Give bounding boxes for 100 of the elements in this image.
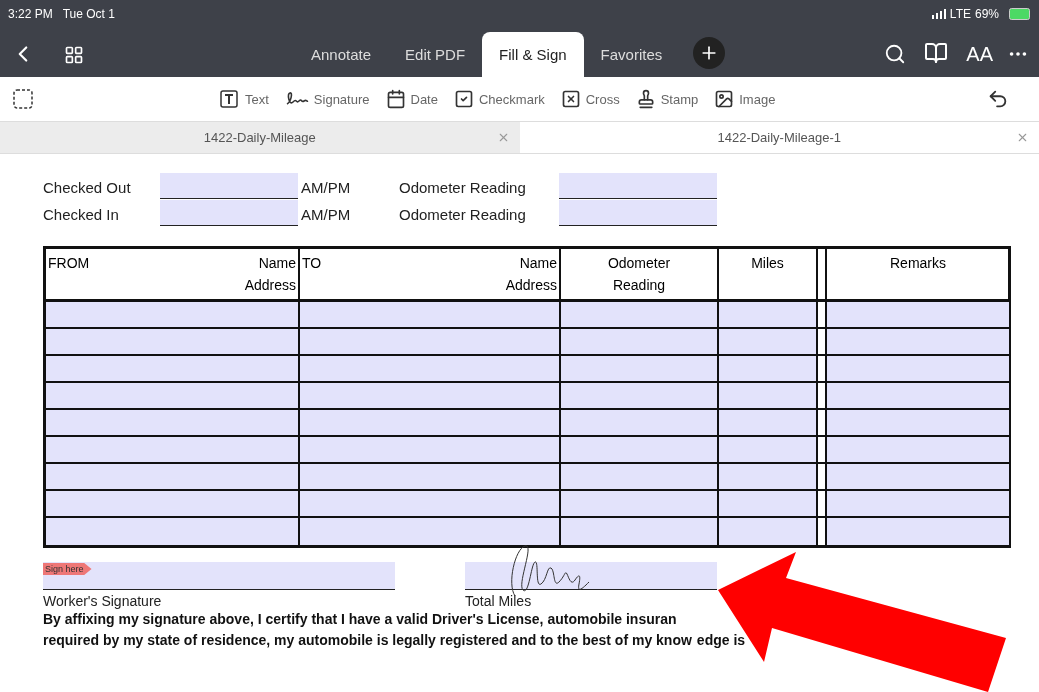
table-cell[interactable] (300, 464, 561, 491)
input-field[interactable] (559, 200, 717, 226)
battery-icon (1009, 8, 1031, 20)
table-cell[interactable] (719, 437, 818, 464)
table-cell[interactable] (719, 410, 818, 437)
table-cell[interactable] (46, 491, 300, 518)
sign-here-tag: Sign here (43, 563, 92, 575)
signature-field[interactable]: Sign here (43, 562, 395, 590)
table-cell (818, 356, 827, 383)
table-cell[interactable] (719, 491, 818, 518)
table-cell (818, 437, 827, 464)
tool-button[interactable]: Signature (284, 90, 370, 108)
table-cell[interactable] (300, 491, 561, 518)
close-icon[interactable] (1016, 131, 1029, 144)
table-cell[interactable] (561, 383, 719, 410)
table-cell[interactable] (827, 302, 1011, 329)
tool-button[interactable]: Image (714, 89, 776, 109)
table-cell[interactable] (46, 518, 300, 545)
table-cell[interactable] (46, 410, 300, 437)
table-cell[interactable] (719, 464, 818, 491)
table-cell[interactable] (561, 356, 719, 383)
table-cell[interactable] (719, 302, 818, 329)
table-cell (818, 302, 827, 329)
undo-icon[interactable] (987, 88, 1009, 110)
statement-text: By affixing my signature above, I certify that I have a valid Driver's License, automobile insuran (43, 610, 678, 629)
table-cell[interactable] (827, 410, 1011, 437)
table-cell[interactable] (827, 329, 1011, 356)
table-cell[interactable] (561, 302, 719, 329)
table-cell (818, 329, 827, 356)
field-label: Odometer Reading (399, 179, 527, 198)
table-cell[interactable] (300, 518, 561, 545)
input-field[interactable] (559, 173, 717, 199)
text-box-icon (218, 89, 240, 109)
table-cell[interactable] (827, 491, 1011, 518)
table-cell[interactable] (46, 329, 300, 356)
search-icon[interactable] (884, 43, 907, 65)
table-cell[interactable] (561, 329, 719, 356)
table-cell[interactable] (561, 518, 719, 545)
table-cell[interactable] (46, 356, 300, 383)
tool-button[interactable]: Stamp (635, 89, 699, 109)
table-cell[interactable] (300, 329, 561, 356)
text-size-button[interactable]: AA (966, 43, 993, 66)
document-tab[interactable]: 1422-Daily-Mileage (0, 122, 520, 153)
table-cell[interactable] (827, 437, 1011, 464)
table-cell[interactable] (46, 302, 300, 329)
signal-icon (931, 9, 946, 19)
table-cell[interactable] (719, 383, 818, 410)
field-label: AM/PM (301, 206, 352, 225)
table-cell[interactable] (300, 356, 561, 383)
checkmark-icon (453, 89, 474, 109)
book-icon[interactable] (924, 41, 949, 65)
statement-text: required by my state of residence, my automobile is legally registered and to the best of my know (43, 631, 692, 650)
input-field[interactable] (160, 173, 298, 199)
table-cell[interactable] (300, 383, 561, 410)
tool-button[interactable]: Text (218, 89, 269, 109)
nav-tab[interactable]: Edit PDF (388, 32, 483, 77)
nav-tab[interactable]: Favorites (583, 32, 680, 77)
calendar-icon (385, 89, 406, 109)
selection-icon[interactable] (12, 88, 34, 110)
network-label: LTE (949, 7, 971, 21)
nav-tab[interactable]: Fill & Sign (482, 32, 584, 77)
image-icon (714, 89, 735, 109)
grid-icon[interactable] (64, 45, 84, 65)
status-time: 3:22 PM (8, 7, 53, 21)
table-cell[interactable] (719, 329, 818, 356)
field-label: AM/PM (301, 179, 352, 198)
status-date: Tue Oct 1 (62, 7, 115, 21)
table-cell[interactable] (719, 356, 818, 383)
table-cell[interactable] (827, 464, 1011, 491)
table-cell[interactable] (719, 518, 818, 545)
table-cell (818, 410, 827, 437)
table-cell[interactable] (561, 464, 719, 491)
table-cell[interactable] (827, 383, 1011, 410)
battery-percent: 69% (974, 7, 999, 21)
signature-icon (284, 90, 309, 108)
tool-button[interactable]: Checkmark (453, 89, 545, 109)
table-cell (818, 464, 827, 491)
table-cell[interactable] (561, 437, 719, 464)
input-field[interactable] (160, 200, 298, 226)
table-cell (818, 383, 827, 410)
field-label: Worker's Signature (43, 593, 163, 609)
table-cell[interactable] (46, 464, 300, 491)
table-cell[interactable] (827, 356, 1011, 383)
table-cell[interactable] (46, 437, 300, 464)
table-cell[interactable] (561, 410, 719, 437)
table-cell[interactable] (300, 302, 561, 329)
table-cell[interactable] (300, 410, 561, 437)
tool-button[interactable]: Cross (560, 89, 620, 109)
table-cell[interactable] (827, 518, 1011, 545)
table-cell[interactable] (300, 437, 561, 464)
input-field[interactable] (465, 562, 717, 590)
table-cell[interactable] (561, 491, 719, 518)
field-label: Total Miles (465, 593, 533, 609)
statement-text: edge is (696, 631, 746, 650)
table-cell (818, 491, 827, 518)
table-cell[interactable] (46, 383, 300, 410)
field-label: Odometer Reading (399, 206, 527, 225)
nav-tab[interactable]: Annotate (294, 32, 389, 77)
tool-button[interactable]: Date (385, 89, 438, 109)
add-button[interactable] (693, 37, 726, 69)
